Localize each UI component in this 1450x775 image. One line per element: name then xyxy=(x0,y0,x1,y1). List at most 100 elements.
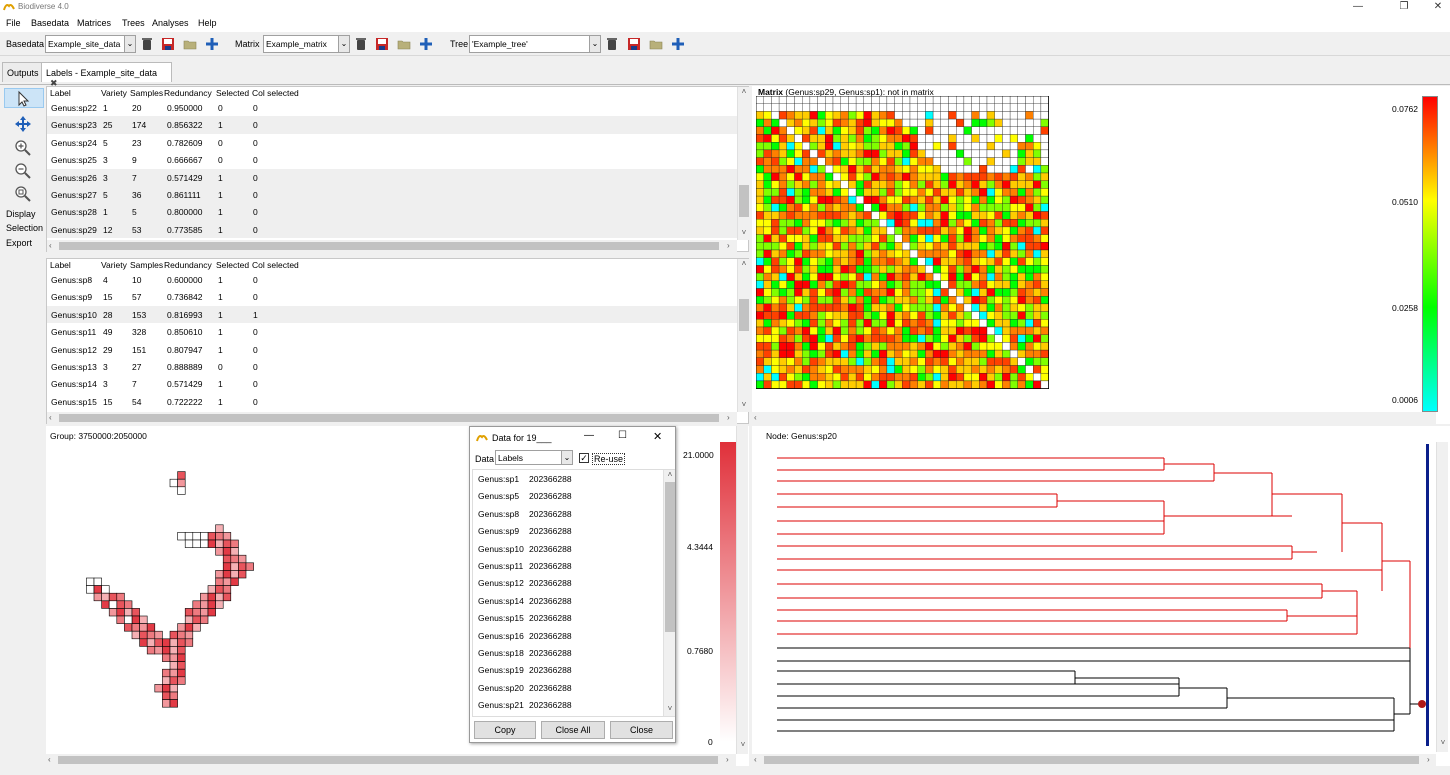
dialog-maximize-button[interactable]: ☐ xyxy=(618,430,627,441)
col-col-selected[interactable]: Col selected xyxy=(252,88,299,98)
table-row[interactable]: Genus:sp8 4 10 0.600000 1 0 xyxy=(47,271,737,288)
dialog-close-icon[interactable]: ✕ xyxy=(653,430,662,443)
close-button[interactable]: Close xyxy=(610,721,673,739)
table-row[interactable]: Genus:sp14 3 7 0.571429 1 0 xyxy=(47,375,737,392)
zoom-out-icon[interactable] xyxy=(14,162,32,180)
col-label[interactable]: Label xyxy=(50,88,71,98)
close-window-button[interactable]: ✕ xyxy=(1420,0,1450,15)
col-samples[interactable]: Samples xyxy=(130,88,163,98)
col-selected[interactable]: Selected xyxy=(216,88,249,98)
menu-basedata[interactable]: Basedata xyxy=(31,18,69,28)
zoom-fit-icon[interactable] xyxy=(14,185,32,203)
delete-basedata-icon[interactable] xyxy=(140,37,154,51)
list-item[interactable]: Genus:sp19 202366288 xyxy=(478,665,572,675)
table-row[interactable]: Genus:sp15 15 54 0.722222 1 0 xyxy=(47,393,737,410)
table-row[interactable]: Genus:sp11 49 328 0.850610 1 0 xyxy=(47,323,737,340)
scroll-thumb[interactable] xyxy=(739,185,749,217)
col-variety[interactable]: Variety xyxy=(101,88,127,98)
tree-select[interactable]: 'Example_tree' xyxy=(469,35,590,53)
list-item[interactable]: Genus:sp18 202366288 xyxy=(478,648,572,658)
tree-horizontal-scrollbar[interactable]: ‹ › xyxy=(752,754,1436,766)
pointer-icon[interactable] xyxy=(14,90,32,108)
table-row[interactable]: Genus:sp9 15 57 0.736842 1 0 xyxy=(47,288,737,305)
reuse-label[interactable]: Re-use xyxy=(592,453,626,465)
list-item[interactable]: Genus:sp20 202366288 xyxy=(478,683,572,693)
table-row[interactable]: Genus:sp27 5 36 0.861111 1 0 xyxy=(47,186,737,204)
scroll-right-icon[interactable]: › xyxy=(1427,755,1430,765)
scroll-up-icon[interactable]: ˄ xyxy=(738,259,750,269)
list-item[interactable]: Genus:sp14 202366288 xyxy=(478,596,572,606)
scroll-down-icon[interactable]: ˅ xyxy=(738,228,750,238)
menu-help[interactable]: Help xyxy=(198,18,217,28)
list-item[interactable]: Genus:sp10 202366288 xyxy=(478,544,572,554)
list-item[interactable]: Genus:sp16 202366288 xyxy=(478,631,572,641)
restore-button[interactable]: ❐ xyxy=(1386,0,1422,15)
list-item[interactable]: Genus:sp9 202366288 xyxy=(478,526,572,536)
add-basedata-icon[interactable] xyxy=(205,37,219,51)
horizontal-scrollbar[interactable]: ‹ › xyxy=(47,412,737,424)
scroll-up-icon[interactable]: ˄ xyxy=(738,87,750,97)
menu-matrices[interactable]: Matrices xyxy=(77,18,111,28)
menu-file[interactable]: File xyxy=(6,18,21,28)
tree-vertical-scrollbar[interactable]: ˅ xyxy=(1436,442,1448,752)
open-basedata-icon[interactable] xyxy=(183,37,197,51)
tree-dropdown-icon[interactable]: ⌄ xyxy=(589,35,601,53)
vertical-scrollbar[interactable]: ˄ ˅ xyxy=(737,259,749,412)
table-row[interactable]: Genus:sp22 1 20 0.950000 0 0 xyxy=(47,99,737,116)
scroll-left-icon[interactable]: ‹ xyxy=(48,755,51,765)
list-item[interactable]: Genus:sp5 202366288 xyxy=(478,491,572,501)
export-menu[interactable]: Export xyxy=(6,238,32,248)
horizontal-scrollbar[interactable]: ‹ › xyxy=(47,240,737,252)
table-row[interactable]: Genus:sp28 1 5 0.800000 1 0 xyxy=(47,203,737,221)
table-row[interactable]: Genus:sp26 3 7 0.571429 1 0 xyxy=(47,168,737,186)
menu-analyses[interactable]: Analyses xyxy=(152,18,189,28)
list-item[interactable]: Genus:sp15 202366288 xyxy=(478,613,572,623)
col-samples[interactable]: Samples xyxy=(130,260,163,270)
scroll-down-icon[interactable]: ˅ xyxy=(664,704,676,714)
menu-trees[interactable]: Trees xyxy=(122,18,145,28)
dialog-minimize-button[interactable]: — xyxy=(584,430,594,441)
matrix-horizontal-scrollbar[interactable]: ‹ xyxy=(752,412,1436,424)
scroll-right-icon[interactable]: › xyxy=(726,755,729,765)
data-dropdown-icon[interactable]: ⌄ xyxy=(561,450,573,465)
scroll-down-icon[interactable]: ˅ xyxy=(738,400,750,410)
map-grid[interactable] xyxy=(46,426,286,736)
scroll-right-icon[interactable]: › xyxy=(727,241,730,251)
map-vertical-scrollbar[interactable]: ˅ xyxy=(736,426,748,754)
scroll-left-icon[interactable]: ‹ xyxy=(754,413,757,423)
delete-tree-icon[interactable] xyxy=(605,37,619,51)
list-item[interactable]: Genus:sp12 202366288 xyxy=(478,578,572,588)
open-tree-icon[interactable] xyxy=(649,37,663,51)
scroll-left-icon[interactable]: ‹ xyxy=(49,241,52,251)
save-matrix-icon[interactable] xyxy=(375,37,389,51)
table-row[interactable]: Genus:sp12 29 151 0.807947 1 0 xyxy=(47,341,737,358)
table-row[interactable]: Genus:sp24 5 23 0.782609 0 0 xyxy=(47,134,737,151)
open-matrix-icon[interactable] xyxy=(397,37,411,51)
scroll-left-icon[interactable]: ‹ xyxy=(49,413,52,423)
save-basedata-icon[interactable] xyxy=(161,37,175,51)
scroll-left-icon[interactable]: ‹ xyxy=(754,755,757,765)
scroll-thumb[interactable] xyxy=(739,299,749,331)
scroll-thumb[interactable] xyxy=(764,756,1419,764)
close-all-button[interactable]: Close All xyxy=(541,721,605,739)
map-horizontal-scrollbar[interactable]: ‹ › xyxy=(46,754,736,766)
scroll-thumb[interactable] xyxy=(59,414,719,422)
scroll-thumb[interactable] xyxy=(58,756,718,764)
table-row[interactable]: Genus:sp13 3 27 0.888889 0 0 xyxy=(47,358,737,375)
vertical-scrollbar[interactable]: ˄ ˅ xyxy=(737,87,749,240)
matrix-dropdown-icon[interactable]: ⌄ xyxy=(338,35,350,53)
col-variety[interactable]: Variety xyxy=(101,260,127,270)
copy-button[interactable]: Copy xyxy=(474,721,536,739)
save-tree-icon[interactable] xyxy=(627,37,641,51)
col-redundancy[interactable]: Redundancy xyxy=(164,88,212,98)
dendrogram[interactable] xyxy=(752,426,1450,756)
col-selected[interactable]: Selected xyxy=(216,260,249,270)
add-matrix-icon[interactable] xyxy=(419,37,433,51)
basedata-dropdown-icon[interactable]: ⌄ xyxy=(124,35,136,53)
add-tree-icon[interactable] xyxy=(671,37,685,51)
col-redundancy[interactable]: Redundancy xyxy=(164,260,212,270)
list-item[interactable]: Genus:sp21 202366288 xyxy=(478,700,572,710)
zoom-in-icon[interactable] xyxy=(14,139,32,157)
table-row[interactable]: Genus:sp23 25 174 0.856322 1 0 xyxy=(47,116,737,134)
col-col-selected[interactable]: Col selected xyxy=(252,260,299,270)
